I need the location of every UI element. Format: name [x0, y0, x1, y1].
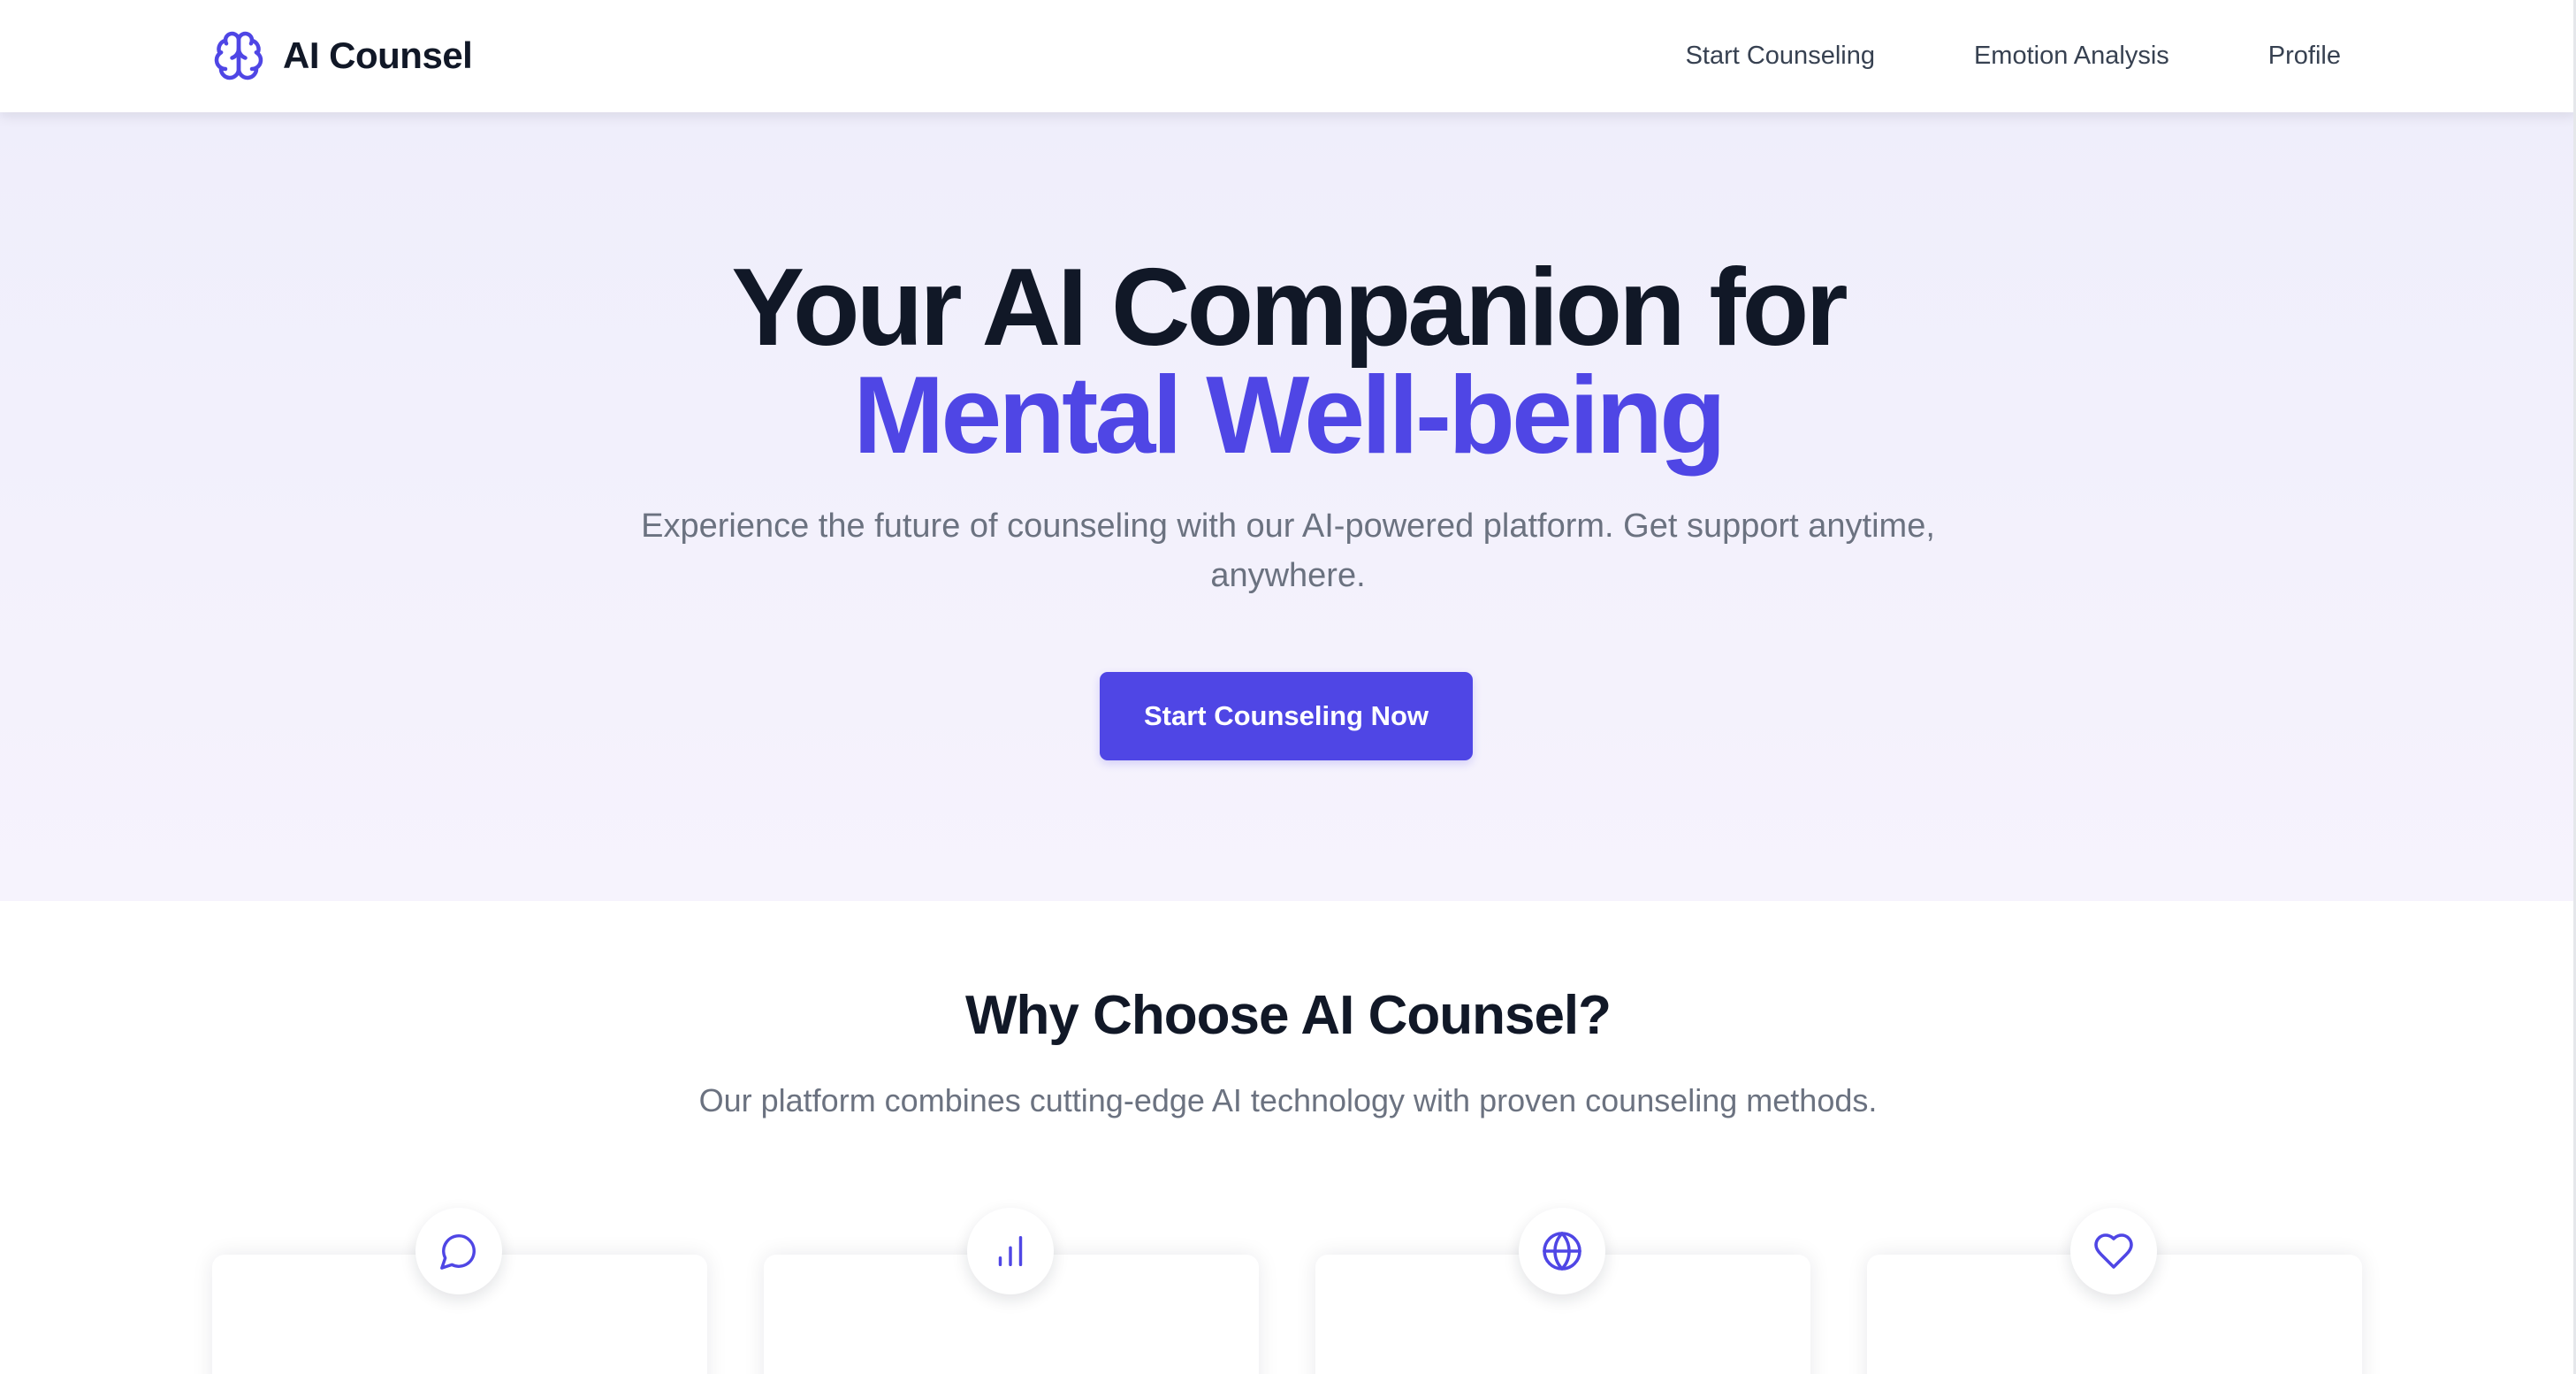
start-counseling-now-button[interactable]: Start Counseling Now: [1100, 672, 1473, 760]
brand-name: AI Counsel: [283, 34, 473, 76]
feature-card: [212, 1208, 707, 1374]
feature-card: [1315, 1208, 1810, 1374]
hero-subtitle: Experience the future of counseling with…: [641, 508, 1935, 594]
feature-card: [764, 1208, 1259, 1374]
feature-card: [1867, 1208, 2362, 1374]
nav-link-start-counseling[interactable]: Start Counseling: [1686, 42, 1875, 71]
heart-icon: [2070, 1208, 2157, 1294]
hero-title: Your AI Companion for Mental Well-being: [0, 247, 2576, 477]
message-circle-icon: [415, 1208, 502, 1294]
hero-title-highlight: Mental Well-being: [853, 355, 1726, 477]
top-navbar: AI Counsel Start Counseling Emotion Anal…: [0, 0, 2576, 112]
features-section: Why Choose AI Counsel? Our platform comb…: [0, 901, 2576, 1374]
nav-link-emotion-analysis[interactable]: Emotion Analysis: [1974, 42, 2169, 71]
features-title: Why Choose AI Counsel?: [964, 985, 1612, 1046]
hero-title-line1: Your AI Companion for: [731, 247, 1848, 369]
bar-chart-icon: [967, 1208, 1054, 1294]
globe-icon: [1519, 1208, 1605, 1294]
brand-logo-link[interactable]: AI Counsel: [212, 27, 473, 85]
features-subtitle: Our platform combines cutting-edge AI te…: [698, 1082, 1878, 1118]
brain-icon: [212, 29, 265, 82]
nav-link-profile[interactable]: Profile: [2268, 42, 2341, 71]
main-nav: Start Counseling Emotion Analysis Profil…: [1686, 0, 2341, 112]
hero-section: Your AI Companion for Mental Well-being …: [0, 112, 2576, 901]
page: AI Counsel Start Counseling Emotion Anal…: [0, 0, 2576, 1374]
